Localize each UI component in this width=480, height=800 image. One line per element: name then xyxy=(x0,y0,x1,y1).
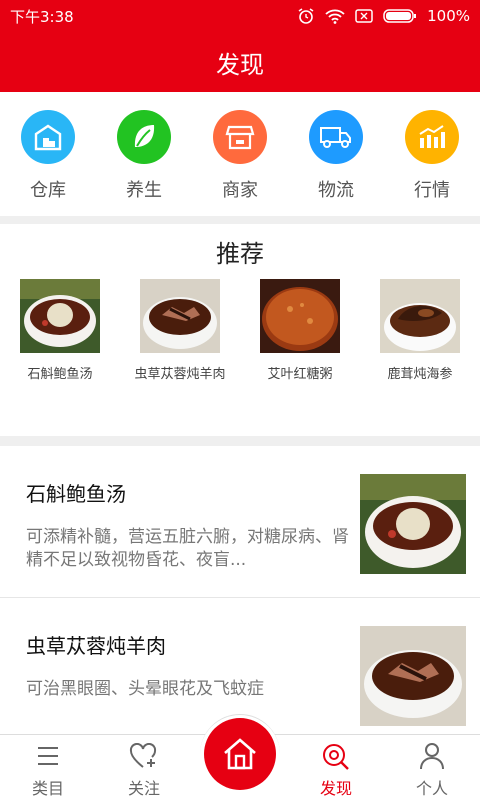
truck-icon xyxy=(309,110,363,164)
tab-category[interactable]: 类目 xyxy=(0,741,96,799)
food-image xyxy=(380,279,460,353)
tab-label: 类目 xyxy=(31,779,64,798)
tab-profile[interactable]: 个人 xyxy=(384,741,480,799)
status-icons: 100% xyxy=(297,7,470,25)
recommend-item[interactable]: 鹿茸炖海参 xyxy=(370,279,470,382)
food-image xyxy=(20,279,100,353)
article-desc: 可添精补髓，营运五脏六腑，对糖尿病、肾精不足以致视物昏花、夜盲... xyxy=(26,527,349,570)
tab-discover[interactable]: 发现 xyxy=(288,741,384,799)
tab-label: 发现 xyxy=(319,779,352,798)
store-icon xyxy=(213,110,267,164)
category-logistics[interactable]: 物流 xyxy=(296,110,376,202)
article-desc: 可治黑眼圈、头晕眼花及飞蚊症 xyxy=(26,679,264,699)
article-image xyxy=(360,474,466,574)
article-list: 石斛鲍鱼汤 可添精补髓，营运五脏六腑，对糖尿病、肾精不足以致视物昏花、夜盲...… xyxy=(0,446,480,734)
recommend-item[interactable]: 艾叶红糖粥 xyxy=(250,279,350,382)
chart-icon xyxy=(405,110,459,164)
recommend-name: 艾叶红糖粥 xyxy=(267,367,333,382)
page-title: 发现 xyxy=(216,50,264,79)
category-label: 仓库 xyxy=(30,180,66,201)
heart-plus-icon xyxy=(96,741,192,771)
tab-label: 关注 xyxy=(127,779,160,798)
category-label: 行情 xyxy=(414,180,450,201)
category-grid: 仓库 养生 商家 物流 行情 xyxy=(0,92,480,216)
battery-icon xyxy=(383,9,417,23)
recommend-item[interactable]: 虫草苁蓉炖羊肉 xyxy=(130,279,230,382)
category-health[interactable]: 养生 xyxy=(104,110,184,202)
category-market[interactable]: 行情 xyxy=(392,110,472,202)
recommend-name: 鹿茸炖海参 xyxy=(387,367,453,382)
alarm-icon xyxy=(298,8,314,24)
recommend-name: 虫草苁蓉炖羊肉 xyxy=(134,367,226,382)
category-label: 商家 xyxy=(222,180,258,201)
tab-follow[interactable]: 关注 xyxy=(96,741,192,799)
status-time: 下午3:38 xyxy=(10,7,74,26)
food-image xyxy=(260,279,340,353)
warehouse-icon xyxy=(21,110,75,164)
list-item[interactable]: 石斛鲍鱼汤 可添精补髓，营运五脏六腑，对糖尿病、肾精不足以致视物昏花、夜盲... xyxy=(0,446,480,598)
status-bar: 下午3:38 100% xyxy=(0,0,480,32)
recommend-title: 推荐 xyxy=(216,240,264,268)
home-button[interactable] xyxy=(204,718,276,790)
discover-icon xyxy=(288,741,384,771)
category-label: 物流 xyxy=(318,180,354,201)
article-title: 虫草苁蓉炖羊肉 xyxy=(26,634,166,658)
person-icon xyxy=(384,741,480,771)
home-icon xyxy=(224,738,256,770)
wifi-icon xyxy=(325,9,345,24)
leaf-icon xyxy=(117,110,171,164)
category-merchant[interactable]: 商家 xyxy=(200,110,280,202)
article-image xyxy=(360,626,466,726)
recommend-item[interactable]: 石斛鲍鱼汤 xyxy=(10,279,110,382)
header: 发现 xyxy=(0,32,480,92)
food-image xyxy=(140,279,220,353)
recommend-section: 推荐 石斛鲍鱼汤 虫草苁蓉炖羊肉 艾叶红糖粥 鹿茸炖海参 xyxy=(0,224,480,436)
category-label: 养生 xyxy=(126,180,162,201)
recommend-name: 石斛鲍鱼汤 xyxy=(27,367,93,382)
list-icon xyxy=(0,741,96,771)
tab-label: 个人 xyxy=(415,779,448,798)
article-title: 石斛鲍鱼汤 xyxy=(26,482,126,506)
battery-level: 100% xyxy=(427,7,470,25)
category-warehouse[interactable]: 仓库 xyxy=(8,110,88,202)
sim-icon xyxy=(355,9,373,23)
